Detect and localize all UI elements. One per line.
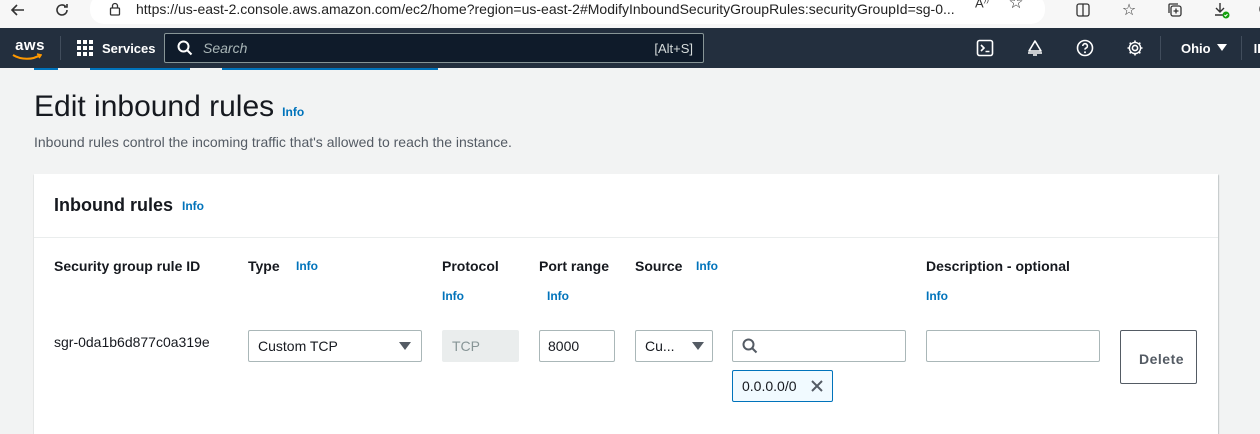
breadcrumb-underline: [34, 68, 58, 70]
source-search-input[interactable]: [732, 330, 906, 362]
split-screen-icon[interactable]: [1060, 2, 1106, 18]
address-bar[interactable]: https://us-east-2.console.aws.amazon.com…: [90, 0, 1045, 24]
protocol-info-link[interactable]: Info: [442, 289, 464, 303]
col-type-header: Type: [248, 258, 280, 274]
url-text: https://us-east-2.console.aws.amazon.com…: [136, 1, 955, 17]
cloudshell-icon[interactable]: [960, 28, 1010, 68]
search-icon: [177, 40, 193, 56]
col-port-range-header: Port range: [539, 258, 610, 274]
downloads-icon[interactable]: [1198, 1, 1244, 19]
col-rule-id-header: Security group rule ID: [54, 258, 201, 274]
type-info-link[interactable]: Info: [296, 259, 318, 273]
aws-smile-icon: [12, 53, 42, 60]
port-range-info-link[interactable]: Info: [547, 289, 569, 303]
page-info-link[interactable]: Info: [282, 105, 304, 119]
search-shortcut: [Alt+S]: [654, 40, 693, 56]
notifications-bell-icon[interactable]: [1010, 28, 1060, 68]
page-description: Inbound rules control the incoming traff…: [34, 134, 512, 150]
col-source-header: Source: [635, 258, 683, 274]
search-input[interactable]: Search [Alt+S]: [164, 33, 704, 63]
lock-icon: [109, 2, 121, 16]
panel-title: Inbound rules: [54, 195, 173, 215]
source-cidr-value: 0.0.0.0/0: [742, 378, 797, 394]
source-cidr-token: 0.0.0.0/0: [732, 370, 833, 402]
close-icon[interactable]: [810, 379, 824, 393]
description-input[interactable]: [926, 330, 1100, 362]
grid-icon: [77, 40, 93, 56]
collections-icon[interactable]: [1152, 2, 1198, 18]
page-title: Edit inbound rules Info: [34, 90, 305, 123]
caret-down-icon: [399, 342, 411, 350]
protocol-field: TCP: [442, 330, 519, 362]
search-placeholder: Search: [203, 40, 248, 56]
settings-gear-icon[interactable]: [1110, 28, 1160, 68]
extensions-icon[interactable]: [1244, 1, 1260, 19]
read-aloud-icon[interactable]: A)): [963, 0, 1001, 11]
port-range-input[interactable]: 8000: [539, 330, 615, 362]
caret-down-icon: [692, 342, 704, 350]
account-menu[interactable]: IBI: [1242, 41, 1260, 56]
caret-down-icon: [1216, 44, 1227, 51]
browser-toolbar: https://us-east-2.console.aws.amazon.com…: [0, 0, 1260, 28]
col-description-header: Description - optional: [926, 258, 1070, 274]
description-info-link[interactable]: Info: [926, 289, 948, 303]
source-type-select[interactable]: Cu...: [635, 330, 713, 362]
aws-logo[interactable]: aws: [0, 28, 60, 68]
rule-id: sgr-0da1b6d877c0a319e: [54, 334, 210, 350]
protocol-value: TCP: [452, 338, 480, 354]
page-scrollbar[interactable]: [1252, 68, 1260, 424]
source-type-value: Cu...: [645, 338, 675, 354]
source-info-link[interactable]: Info: [696, 259, 718, 273]
port-range-value: 8000: [548, 338, 580, 354]
type-select[interactable]: Custom TCP: [248, 330, 422, 362]
type-select-value: Custom TCP: [258, 338, 338, 354]
favorites-icon[interactable]: ☆: [1106, 0, 1152, 20]
panel-info-link[interactable]: Info: [182, 199, 204, 213]
help-icon[interactable]: [1060, 28, 1110, 68]
aws-top-nav: aws Services Search [Alt+S] Ohio IBI: [0, 28, 1260, 68]
delete-rule-button[interactable]: Delete: [1120, 330, 1197, 384]
breadcrumb-underline: [90, 68, 190, 70]
back-icon[interactable]: [4, 0, 32, 24]
panel-header: Inbound rules Info: [34, 174, 1218, 238]
region-selector[interactable]: Ohio: [1161, 41, 1241, 56]
favorite-star-icon[interactable]: ☆: [1001, 0, 1031, 13]
services-menu-button[interactable]: Services: [61, 28, 170, 68]
refresh-icon[interactable]: [48, 0, 76, 24]
search-icon: [742, 338, 758, 354]
inbound-rules-panel: Inbound rules Info Security group rule I…: [34, 174, 1218, 434]
breadcrumb-underline: [222, 68, 438, 70]
col-protocol-header: Protocol: [442, 258, 499, 274]
